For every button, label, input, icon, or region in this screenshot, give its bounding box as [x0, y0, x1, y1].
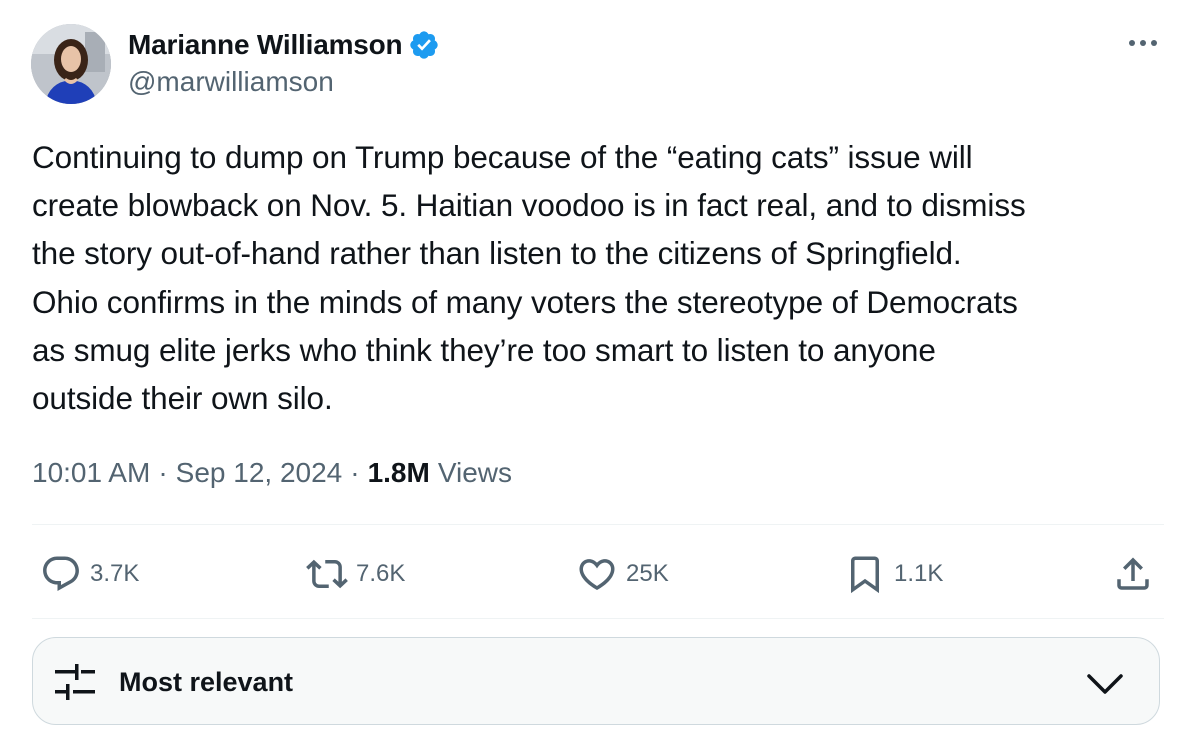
chevron-down-icon	[1087, 674, 1123, 694]
tweet-detail: Marianne Williamson @marwilliamson Conti…	[0, 0, 1196, 744]
reply-count: 3.7K	[90, 560, 140, 587]
meta-separator: ·	[350, 457, 360, 488]
bookmark-icon	[851, 556, 879, 594]
bookmark-button[interactable]: 1.1K	[844, 552, 943, 596]
tweet-time[interactable]: 10:01 AM	[32, 457, 150, 489]
verified-badge-icon[interactable]	[408, 29, 440, 61]
meta-separator: ·	[158, 457, 168, 488]
sort-label: Most relevant	[119, 666, 294, 697]
author-handle[interactable]: @marwilliamson	[128, 66, 334, 98]
repost-button[interactable]: 7.6K	[306, 552, 405, 596]
reply-button[interactable]: 3.7K	[40, 552, 139, 596]
avatar[interactable]	[31, 24, 111, 104]
heart-icon	[579, 559, 615, 591]
tweet-date[interactable]: Sep 12, 2024	[176, 457, 343, 489]
more-options-button[interactable]	[1126, 26, 1160, 60]
share-icon	[1117, 557, 1149, 590]
views-count[interactable]: 1.8M	[368, 457, 430, 489]
sort-sliders-icon	[55, 664, 95, 700]
sort-replies-dropdown[interactable]: Most relevant	[32, 637, 1160, 725]
repost-icon	[306, 559, 348, 589]
divider	[32, 618, 1164, 619]
like-button[interactable]: 25K	[576, 552, 669, 596]
reply-icon	[43, 556, 79, 591]
tweet-text: Continuing to dump on Trump because of t…	[32, 139, 1026, 417]
divider	[32, 524, 1164, 525]
tweet-meta: 10:01 AM · Sep 12, 2024 · 1.8M Views	[32, 452, 512, 494]
share-button[interactable]	[1112, 552, 1154, 596]
author-name-row[interactable]: Marianne Williamson	[128, 24, 440, 66]
bookmark-count: 1.1K	[894, 560, 944, 587]
avatar-photo-icon	[31, 24, 111, 104]
views-label: Views	[437, 457, 512, 488]
more-dots-icon	[1129, 40, 1157, 46]
author-display-name[interactable]: Marianne Williamson	[128, 29, 403, 61]
like-count: 25K	[626, 560, 669, 587]
repost-count: 7.6K	[356, 560, 406, 587]
